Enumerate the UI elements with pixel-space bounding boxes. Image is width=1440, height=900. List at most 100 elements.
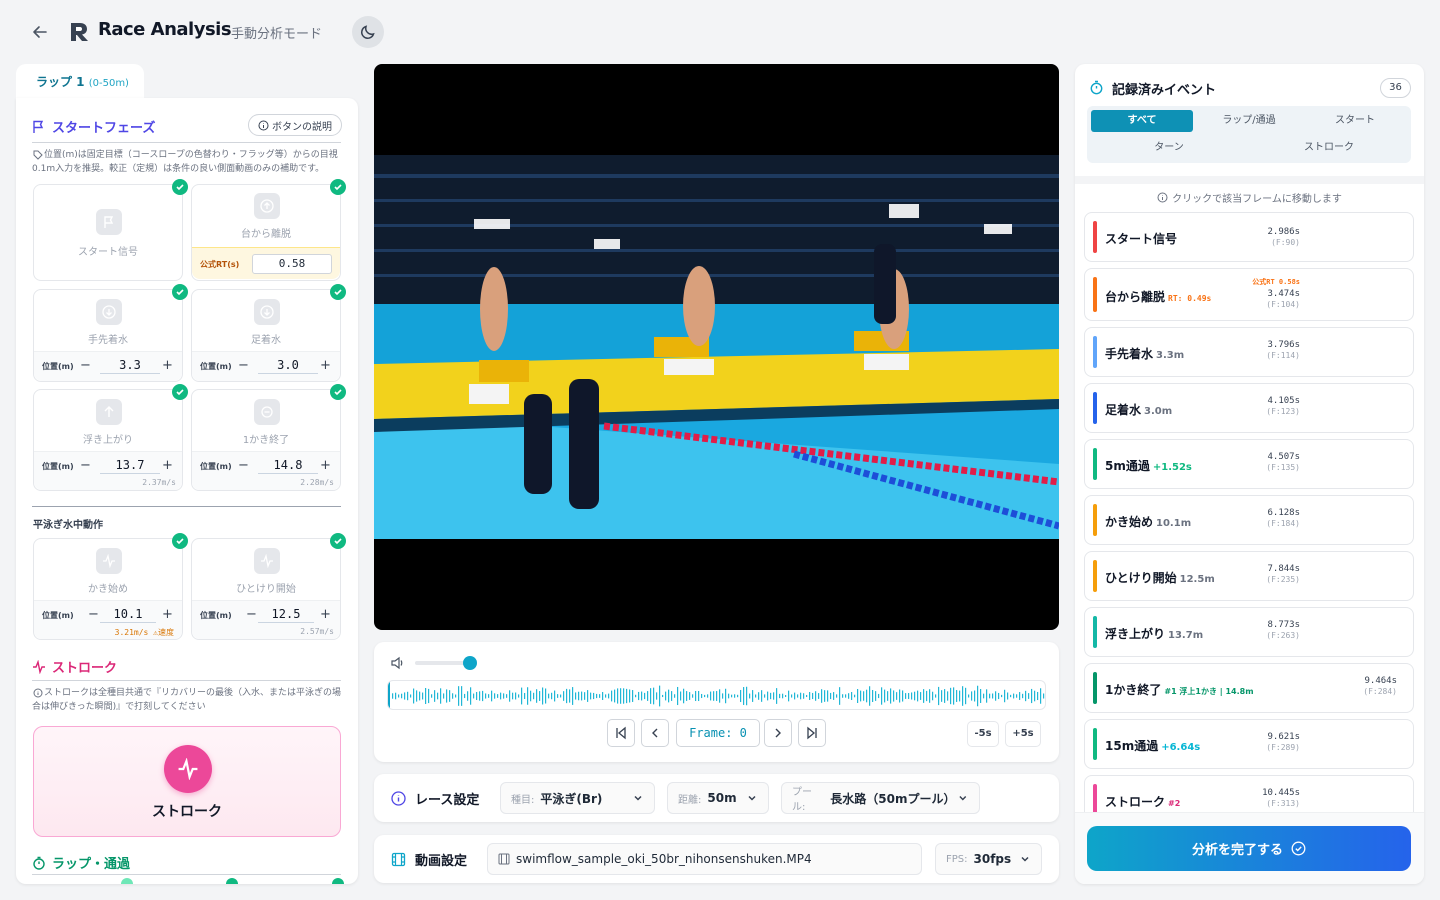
hand-entry-card[interactable]: 手先着水 位置(m) − 3.3 + bbox=[33, 289, 183, 382]
tab-lap-1[interactable]: ラップ 1 (0-50m) bbox=[16, 64, 144, 100]
hand-entry-label: 手先着水 bbox=[88, 335, 128, 346]
kick-start-card[interactable]: ひとけり開始 位置(m) − 12.5 + 2.57m/s bbox=[191, 538, 341, 640]
waveform[interactable] bbox=[387, 680, 1046, 710]
increment-button[interactable]: + bbox=[319, 459, 332, 473]
video-settings-bar: 動画設定 swimflow_sample_oki_50br_nihonsensh… bbox=[374, 835, 1059, 883]
event-item[interactable]: ひとけり開始 12.5m 7.844s (F:235) bbox=[1084, 551, 1414, 601]
check-icon bbox=[330, 179, 346, 195]
event-item[interactable]: 浮き上がり 13.7m 8.773s (F:263) bbox=[1084, 607, 1414, 657]
position-input[interactable]: 10.1 bbox=[100, 607, 156, 623]
waveform-bar bbox=[491, 690, 493, 702]
chevron-left-icon bbox=[652, 728, 658, 738]
distance-select[interactable]: 距離: 50m bbox=[667, 782, 769, 814]
frame-indicator[interactable]: Frame: 0 bbox=[676, 719, 760, 747]
surface-card[interactable]: 浮き上がり 位置(m) − 13.7 + 2.37m/s bbox=[33, 389, 183, 491]
increment-button[interactable]: + bbox=[319, 608, 332, 622]
event-select[interactable]: 種目: 平泳ぎ(Br) bbox=[500, 782, 655, 814]
event-item[interactable]: 手先着水 3.3m 3.796s (F:114) bbox=[1084, 327, 1414, 377]
position-input[interactable]: 3.3 bbox=[100, 358, 160, 374]
decrement-button[interactable]: − bbox=[245, 608, 258, 622]
stopwatch-icon bbox=[33, 856, 45, 870]
event-item[interactable]: 足着水 3.0m 4.105s (F:123) bbox=[1084, 383, 1414, 433]
waveform-bar bbox=[788, 690, 790, 702]
waveform-bar bbox=[938, 686, 940, 706]
waveform-bar bbox=[995, 691, 997, 701]
waveform-bar bbox=[1001, 694, 1003, 698]
event-filters: すべて ラップ/通過 スタート ターン ストローク bbox=[1087, 106, 1411, 163]
video-player[interactable] bbox=[374, 64, 1059, 630]
foot-entry-card[interactable]: 足着水 位置(m) − 3.0 + bbox=[191, 289, 341, 382]
lap-marker[interactable] bbox=[121, 878, 133, 884]
skip-forward-button[interactable]: +5s bbox=[1005, 721, 1041, 747]
help-button-label: ボタンの説明 bbox=[272, 121, 332, 133]
event-item[interactable]: 台から離脱 RT: 0.49s 公式RT 0.58s 3.474s (F:104) bbox=[1084, 268, 1414, 321]
start-signal-card[interactable]: スタート信号 bbox=[33, 184, 183, 281]
distance-key: 距離: bbox=[678, 794, 702, 806]
filter-start[interactable]: スタート bbox=[1304, 110, 1406, 132]
filter-all[interactable]: すべて bbox=[1091, 110, 1193, 132]
increment-button[interactable]: + bbox=[319, 359, 332, 373]
increment-button[interactable]: + bbox=[161, 359, 174, 373]
waveform-bar bbox=[683, 688, 685, 704]
circle-icon bbox=[254, 399, 280, 425]
official-rt-input[interactable]: 0.58 bbox=[252, 254, 332, 274]
info-icon bbox=[258, 120, 269, 130]
decrement-button[interactable]: − bbox=[87, 608, 100, 622]
event-item[interactable]: かき始め 10.1m 6.128s (F:184) bbox=[1084, 495, 1414, 545]
finish-analysis-button[interactable]: 分析を完了する bbox=[1087, 826, 1411, 871]
waveform-bar bbox=[1034, 690, 1036, 702]
waveform-bar bbox=[671, 691, 673, 701]
event-item[interactable]: 15m通過 +6.64s 9.621s (F:289) bbox=[1084, 719, 1414, 769]
stroke-button[interactable]: ストローク bbox=[33, 726, 341, 837]
decrement-button[interactable]: − bbox=[79, 459, 92, 473]
decrement-button[interactable]: − bbox=[79, 359, 92, 373]
event-time: 4.105s bbox=[1267, 396, 1300, 406]
event-item[interactable]: 1かき終了 #1 浮上1かき | 14.8m 9.464s (F:284) bbox=[1084, 663, 1414, 713]
lap-marker[interactable] bbox=[332, 878, 344, 884]
leave-block-card[interactable]: 台から離脱 公式RT(s) 0.58 bbox=[191, 184, 341, 281]
distance-value: 50m bbox=[707, 791, 737, 805]
event-extra: 12.5m bbox=[1179, 574, 1215, 585]
waveform-bar bbox=[851, 692, 853, 700]
decrement-button[interactable]: − bbox=[237, 459, 250, 473]
playhead[interactable] bbox=[388, 681, 390, 709]
pull-start-card[interactable]: かき始め 位置(m) − 10.1 + 3.21m/s ⚠速度 bbox=[33, 538, 183, 640]
first-stroke-end-card[interactable]: 1かき終了 位置(m) − 14.8 + 2.28m/s bbox=[191, 389, 341, 491]
filter-lap[interactable]: ラップ/通過 bbox=[1198, 110, 1300, 132]
waveform-bar bbox=[962, 686, 964, 706]
position-input[interactable]: 12.5 bbox=[258, 607, 314, 623]
position-label: 位置(m) bbox=[200, 611, 232, 620]
file-field[interactable]: swimflow_sample_oki_50br_nihonsenshuken.… bbox=[487, 843, 922, 875]
theme-toggle-button[interactable] bbox=[352, 16, 384, 48]
waveform-bar bbox=[893, 690, 895, 702]
event-item[interactable]: 5m通過 +1.52s 4.507s (F:135) bbox=[1084, 439, 1414, 489]
arrow-up-circle-icon bbox=[254, 193, 280, 219]
fps-select[interactable]: FPS: 30fps bbox=[935, 843, 1042, 875]
skip-back-button[interactable]: -5s bbox=[967, 721, 999, 747]
last-frame-button[interactable] bbox=[798, 719, 826, 747]
event-item[interactable]: スタート信号 2.986s (F:90) bbox=[1084, 212, 1414, 262]
first-frame-button[interactable] bbox=[607, 719, 635, 747]
filter-stroke[interactable]: ストローク bbox=[1251, 137, 1407, 159]
decrement-button[interactable]: − bbox=[237, 359, 250, 373]
filter-turn[interactable]: ターン bbox=[1091, 137, 1247, 159]
waveform-bar bbox=[896, 692, 898, 700]
volume-icon[interactable] bbox=[390, 655, 406, 671]
help-button[interactable]: ボタンの説明 bbox=[248, 114, 342, 136]
prev-frame-button[interactable] bbox=[641, 719, 669, 747]
volume-slider-handle[interactable] bbox=[463, 656, 477, 670]
position-input[interactable]: 3.0 bbox=[258, 358, 318, 374]
pool-select[interactable]: プール: 長水路（50mプール） bbox=[781, 782, 980, 814]
back-button[interactable] bbox=[28, 20, 52, 44]
waveform-bar bbox=[518, 694, 520, 698]
event-extra: +1.52s bbox=[1152, 462, 1192, 473]
position-input[interactable]: 14.8 bbox=[258, 458, 318, 474]
activity-icon bbox=[254, 548, 280, 574]
next-frame-button[interactable] bbox=[764, 719, 792, 747]
increment-button[interactable]: + bbox=[161, 608, 174, 622]
lap-marker[interactable] bbox=[226, 878, 238, 884]
position-input[interactable]: 13.7 bbox=[100, 458, 160, 474]
waveform-bar bbox=[710, 691, 712, 701]
increment-button[interactable]: + bbox=[161, 459, 174, 473]
official-rt-row: 公式RT(s) 0.58 bbox=[192, 247, 340, 279]
